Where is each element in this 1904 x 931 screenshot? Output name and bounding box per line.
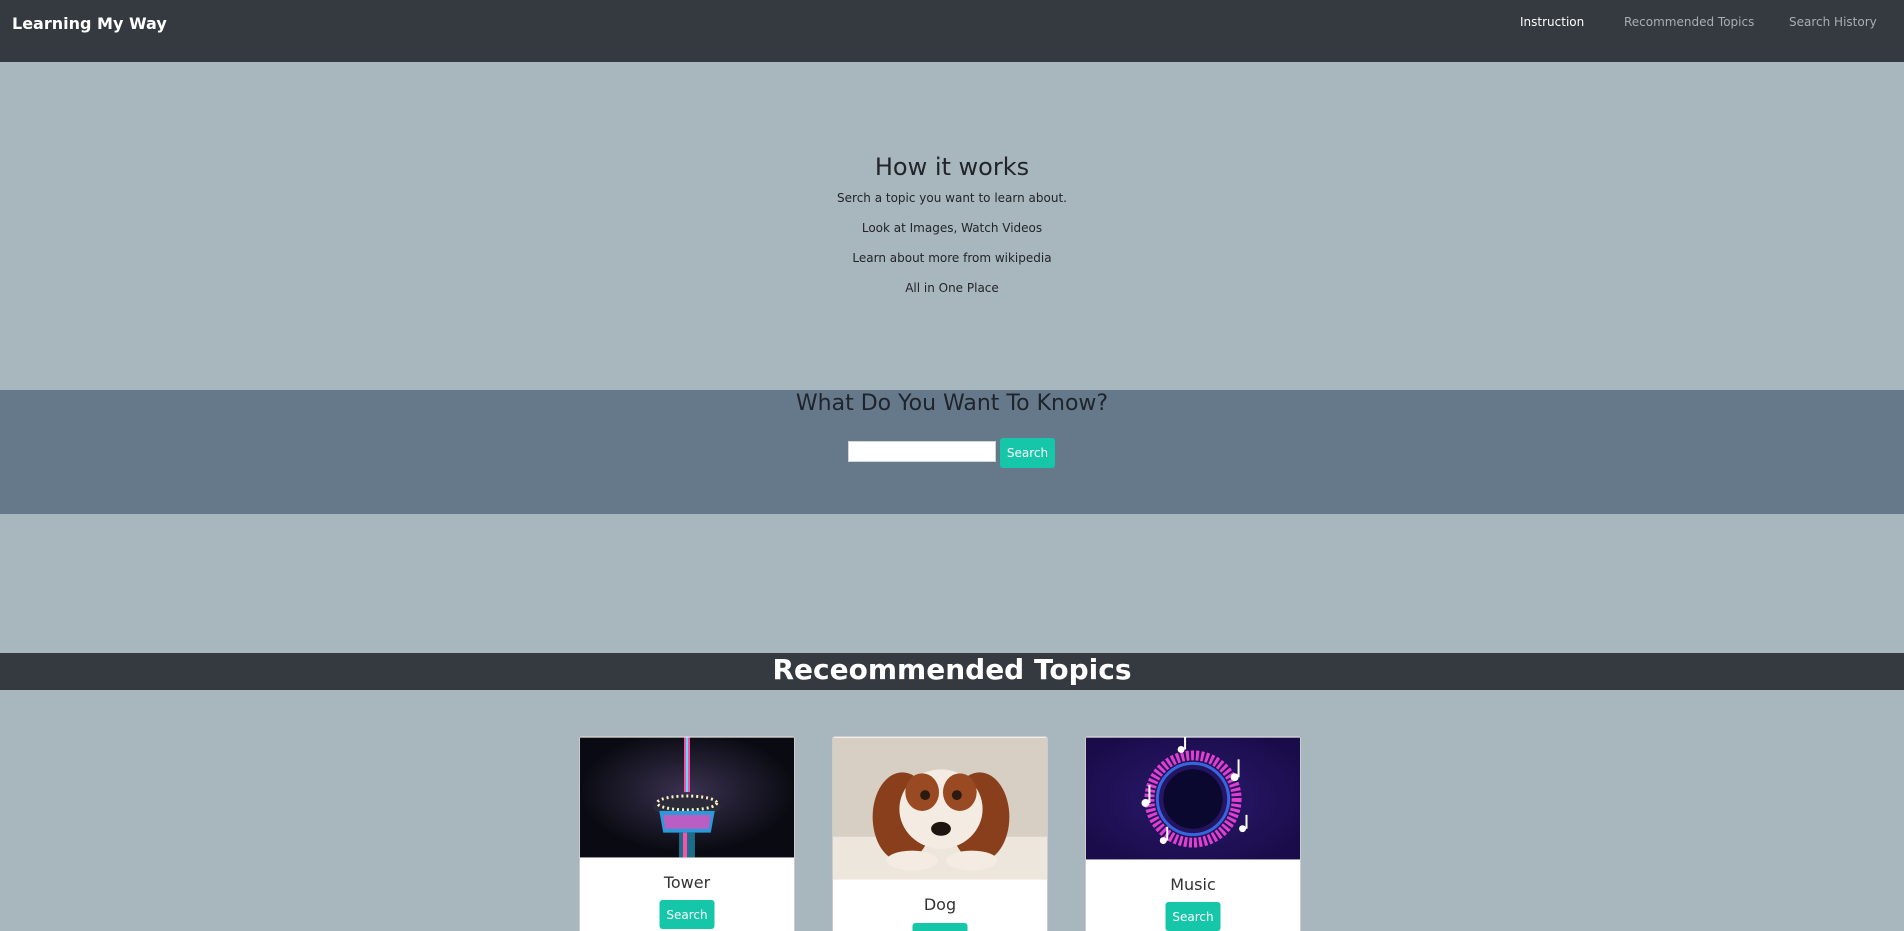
- search-button[interactable]: Search: [1000, 438, 1055, 468]
- nav-instruction[interactable]: Instruction: [1520, 15, 1584, 29]
- card-title: Tower: [663, 873, 711, 892]
- tower-search-button[interactable]: Search: [659, 900, 715, 929]
- topic-card-music: Music Search: [1085, 736, 1301, 931]
- how-it-works-section: How it works Serch a topic you want to l…: [0, 62, 1904, 390]
- music-search-button[interactable]: Search: [1165, 902, 1221, 931]
- card-title: Dog: [923, 895, 957, 914]
- music-image: [1086, 737, 1300, 860]
- card-title: Music: [1170, 875, 1216, 894]
- step-text: Look at Images, Watch Videos: [861, 221, 1043, 235]
- nav-search-history[interactable]: Search History: [1789, 15, 1877, 29]
- brand-link[interactable]: Learning My Way: [12, 14, 167, 33]
- nav-recommended-topics[interactable]: Recommended Topics: [1624, 15, 1754, 29]
- dog-image: [833, 737, 1047, 880]
- recommended-header: Receommended Topics: [0, 653, 1904, 690]
- search-section: What Do You Want To Know? Search: [0, 390, 1904, 514]
- search-title: What Do You Want To Know?: [795, 391, 1109, 416]
- topic-card-dog: Dog Search: [832, 736, 1048, 931]
- dog-search-button[interactable]: Search: [912, 923, 968, 931]
- step-text: Learn about more from wikipedia: [852, 251, 1052, 265]
- search-input[interactable]: [848, 441, 996, 462]
- step-text: Serch a topic you want to learn about.: [837, 191, 1067, 205]
- tower-image: [580, 737, 794, 858]
- top-navbar: Learning My Way Instruction Recommended …: [0, 0, 1904, 62]
- topic-card-tower: Tower Search: [579, 736, 795, 931]
- step-text: All in One Place: [905, 281, 999, 295]
- recommended-title: Receommended Topics: [772, 653, 1132, 686]
- how-it-works-title: How it works: [874, 153, 1030, 181]
